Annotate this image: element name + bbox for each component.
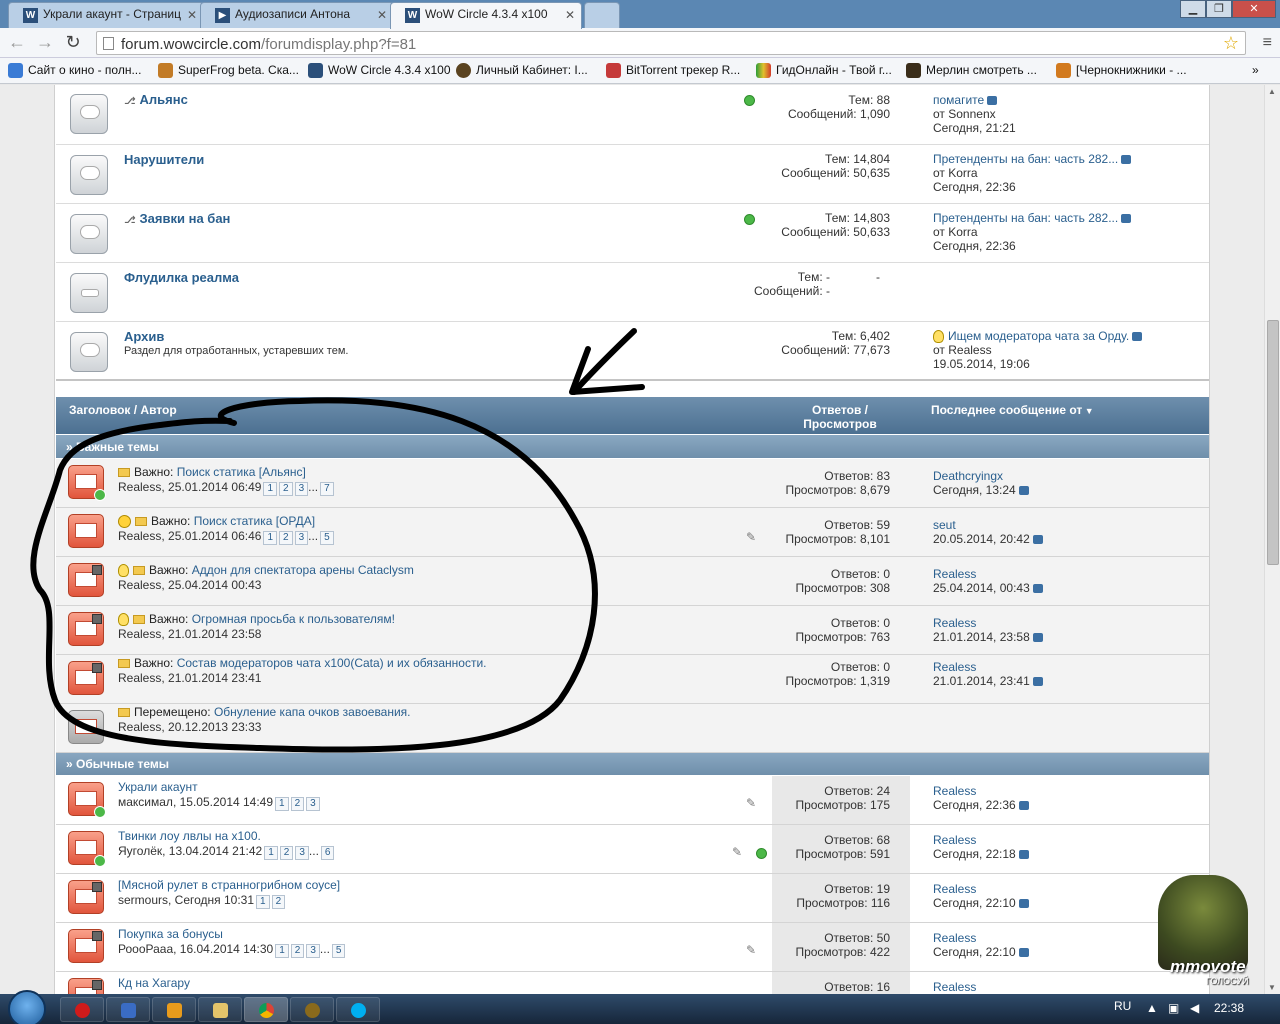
- taskbar-media[interactable]: [152, 997, 196, 1022]
- skype-icon: [351, 1003, 366, 1018]
- taskbar-explorer[interactable]: [198, 997, 242, 1022]
- tab-title: WoW Circle 4.3.4 x100: [425, 7, 548, 21]
- tab-2[interactable]: W WoW Circle 4.3.4 x100 ✕: [390, 2, 582, 29]
- close-tab-icon[interactable]: ✕: [565, 8, 575, 22]
- circle-scribble: [30, 397, 598, 753]
- opera-icon: [75, 1003, 90, 1018]
- windows-taskbar: RU ▲ ▣ ◀ 22:38: [0, 990, 1280, 1024]
- start-button[interactable]: [8, 990, 46, 1024]
- taskbar-chrome[interactable]: [244, 997, 288, 1022]
- folder-icon: [213, 1003, 228, 1018]
- taskbar-skype[interactable]: [336, 997, 380, 1022]
- taskbar-app[interactable]: [106, 997, 150, 1022]
- media-icon: [167, 1003, 182, 1018]
- wow-icon: [305, 1003, 320, 1018]
- taskbar-opera[interactable]: [60, 997, 104, 1022]
- tray-expand-icon[interactable]: ▲: [1146, 1001, 1158, 1015]
- wowcircle-favicon: W: [405, 8, 420, 23]
- language-indicator[interactable]: RU: [1114, 999, 1131, 1013]
- annotation-overlay: [30, 328, 645, 753]
- app-icon: [121, 1003, 136, 1018]
- network-icon[interactable]: ▣: [1168, 1001, 1179, 1015]
- taskbar-wow[interactable]: [290, 997, 334, 1022]
- volume-icon[interactable]: ◀: [1190, 1001, 1199, 1015]
- clock[interactable]: 22:38: [1214, 1001, 1244, 1015]
- chrome-icon: [259, 1003, 274, 1018]
